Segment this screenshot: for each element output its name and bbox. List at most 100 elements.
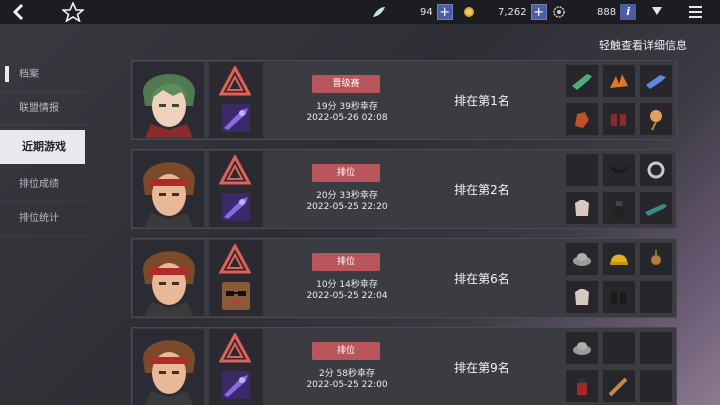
mode-badge: 排位 (312, 342, 380, 360)
item-slot-empty[interactable] (602, 331, 636, 365)
item-slot[interactable] (565, 64, 599, 98)
item-slot-empty[interactable] (565, 153, 599, 187)
menu-icon[interactable] (689, 6, 702, 18)
gem-count: 94 (420, 6, 433, 18)
item-slot[interactable] (602, 369, 636, 403)
gold-count: 7,262 (498, 6, 527, 18)
item-slot[interactable] (639, 64, 673, 98)
back-arrow-icon[interactable] (10, 3, 28, 21)
item-slot[interactable] (639, 242, 673, 276)
grey-hat-icon (573, 253, 591, 266)
match-datetime: 2022-05-25 22:20 (306, 202, 388, 212)
gem-currency (372, 3, 386, 21)
orange-claw-icon (610, 74, 628, 88)
item-grid (565, 242, 675, 314)
purple-blade-weapon-icon (222, 193, 250, 221)
red-glove-icon (575, 112, 589, 128)
sidebar-item-alliance-info[interactable]: 联盟情报 (0, 92, 90, 126)
loadout-panel (209, 151, 263, 227)
dark-necklace-icon (609, 166, 629, 173)
match-rank: 排在第9名 (454, 361, 510, 375)
silver-ring-icon (647, 161, 665, 179)
bronze-amulet-icon (651, 250, 661, 265)
grey-hat-icon (573, 342, 591, 355)
sunglasses-weapon-icon (222, 282, 250, 310)
teal-rifle-icon (645, 204, 667, 216)
top-bar: 94 + 7,262 + 888 i (0, 0, 720, 24)
item-slot[interactable] (565, 102, 599, 136)
match-card[interactable]: 排位 2分 58秒幸存 2022-05-25 22:00 排在第9名 (131, 327, 677, 405)
survival-time: 19分 39秒幸存 (316, 102, 378, 112)
triangle-mode-icon (219, 333, 251, 363)
token-info-button[interactable]: i (620, 4, 637, 20)
mode-badge: 排位 (312, 253, 380, 271)
mode-badge: 晋级赛 (312, 75, 380, 93)
wooden-club-icon (608, 377, 628, 397)
token-count: 888 (597, 6, 617, 18)
item-slot-empty[interactable] (639, 331, 673, 365)
item-slot[interactable] (639, 153, 673, 187)
item-slot[interactable] (602, 191, 636, 225)
character-portrait (133, 329, 204, 405)
blue-gun-icon (646, 75, 666, 89)
match-list: 晋级赛 19分 39秒幸存 2022-05-26 02:08 排在第1名 排位 … (131, 60, 677, 405)
add-gem-button[interactable]: + (436, 4, 453, 20)
item-slot[interactable] (602, 280, 636, 314)
green-gun-icon (572, 74, 592, 90)
item-slot-empty[interactable] (639, 369, 673, 403)
match-datetime: 2022-05-25 22:04 (306, 291, 388, 301)
match-card[interactable]: 排位 10分 14秒幸存 2022-05-25 22:04 排在第6名 (131, 238, 677, 318)
item-grid (565, 153, 675, 225)
item-slot-empty[interactable] (639, 280, 673, 314)
item-grid (565, 64, 675, 136)
loadout-panel (209, 240, 263, 316)
triangle-mode-icon (219, 155, 251, 185)
match-rank: 排在第1名 (454, 94, 510, 108)
survival-time: 2分 58秒幸存 (318, 369, 376, 379)
survival-time: 10分 14秒幸存 (316, 280, 378, 290)
sidebar-item-ranked-stats[interactable]: 排位统计 (0, 202, 90, 236)
sidebar-item-ranked-results[interactable]: 排位成绩 (0, 168, 90, 202)
character-portrait (133, 240, 204, 316)
sidebar-item-recent-games[interactable]: 近期游戏 (0, 130, 85, 164)
triangle-mode-icon (219, 244, 251, 274)
amulet-icon (650, 110, 662, 131)
item-slot[interactable] (602, 64, 636, 98)
match-datetime: 2022-05-25 22:00 (306, 380, 388, 390)
purple-blade-weapon-icon (222, 371, 250, 399)
tap-for-details-hint: 轻触查看详细信息 (599, 39, 687, 52)
match-rank: 排在第6名 (454, 272, 510, 286)
match-datetime: 2022-05-26 02:08 (306, 113, 388, 123)
item-slot[interactable] (602, 153, 636, 187)
gold-coin-icon (464, 7, 474, 17)
item-slot[interactable] (565, 331, 599, 365)
cloth-armor-icon (575, 200, 589, 216)
item-grid (565, 331, 675, 403)
black-boots-icon (611, 292, 626, 304)
match-card[interactable]: 晋级赛 19分 39秒幸存 2022-05-26 02:08 排在第1名 (131, 60, 677, 140)
match-rank: 排在第2名 (454, 183, 510, 197)
loadout-panel (209, 329, 263, 405)
item-slot[interactable] (565, 191, 599, 225)
sidebar-item-profile[interactable]: 档案 (0, 58, 90, 92)
triangle-mode-icon (219, 66, 251, 96)
dark-potion-icon (613, 201, 625, 218)
star-logo-icon[interactable] (62, 2, 84, 22)
mode-badge: 排位 (312, 164, 380, 182)
item-slot[interactable] (565, 369, 599, 403)
character-portrait (133, 151, 204, 227)
item-slot[interactable] (565, 280, 599, 314)
item-slot[interactable] (602, 102, 636, 136)
item-slot[interactable] (639, 102, 673, 136)
dropdown-icon[interactable] (652, 7, 662, 15)
item-slot[interactable] (565, 242, 599, 276)
red-boots-icon (611, 114, 626, 126)
item-slot[interactable] (602, 242, 636, 276)
loadout-panel (209, 62, 263, 138)
sidebar: 档案 联盟情报 近期游戏 排位成绩 排位统计 (0, 58, 90, 236)
add-gold-button[interactable]: + (530, 4, 547, 20)
gear-token-icon (553, 6, 565, 18)
item-slot[interactable] (639, 191, 673, 225)
match-card[interactable]: 排位 20分 33秒幸存 2022-05-25 22:20 排在第2名 (131, 149, 677, 229)
cloth-armor-icon (575, 289, 589, 305)
